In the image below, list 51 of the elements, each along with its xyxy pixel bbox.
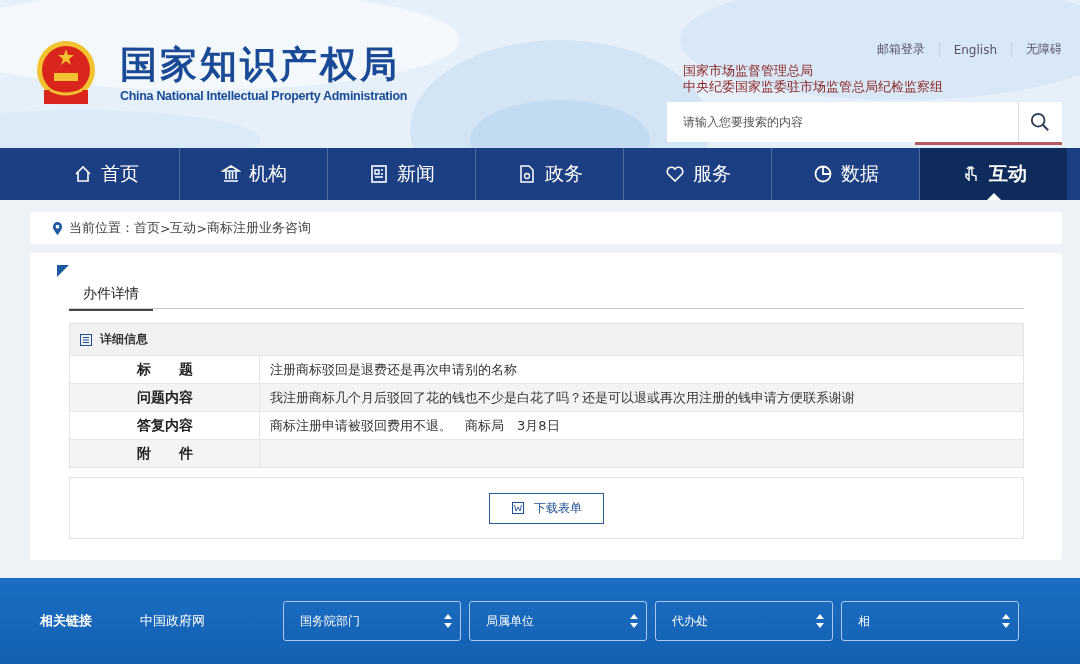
dropdown[interactable]: 相: [841, 601, 1019, 641]
heart-icon: [664, 164, 685, 184]
breadcrumb-link[interactable]: 互动: [170, 219, 197, 237]
row-label: 附件: [136, 444, 221, 463]
dropdown[interactable]: 代办处: [655, 601, 833, 641]
row-value: 我注册商标几个月后驳回了花的钱也不少是白花了吗？还是可以退或再次用注册的钱申请方便联系谢谢: [270, 388, 855, 407]
section-tab[interactable]: 办件详情: [69, 285, 153, 311]
building-icon: [220, 164, 241, 184]
row-label: 答复内容: [136, 416, 193, 435]
row-label: 标题: [136, 360, 221, 379]
nav-tab[interactable]: 机构: [180, 148, 328, 200]
affiliation-link[interactable]: 中央纪委国家监委驻市场监管总局纪检监察组: [683, 79, 943, 95]
dropdown[interactable]: 局属单位: [469, 601, 647, 641]
word-file-icon: [511, 502, 524, 514]
corner-mark-icon: [57, 265, 69, 277]
site-title: 国家知识产权局: [120, 43, 401, 87]
breadcrumb-separator: >: [160, 220, 171, 236]
search-icon[interactable]: [1017, 102, 1062, 142]
footer-label: 相关链接: [40, 612, 93, 630]
download-button[interactable]: 下载表单: [489, 492, 604, 524]
breadcrumb-link[interactable]: 商标注册业务咨询: [206, 219, 311, 237]
updown-arrow-icon: [630, 614, 638, 628]
pointer-triangle: [986, 193, 1001, 200]
nav-tab[interactable]: 新闻: [328, 148, 476, 200]
row-label: 问题内容: [136, 388, 193, 407]
section-heading: 详细信息: [100, 332, 148, 347]
dropdown[interactable]: 国务院部门: [283, 601, 461, 641]
pie-chart-icon: [812, 164, 833, 184]
breadcrumb-label: 当前位置：: [69, 219, 134, 237]
footer-link[interactable]: 中国政府网: [140, 612, 283, 630]
nav-tab[interactable]: 政务: [476, 148, 624, 200]
updown-arrow-icon: [444, 614, 452, 628]
top-link[interactable]: 无障碍: [1026, 41, 1062, 58]
location-pin-icon: [52, 220, 63, 236]
nav-tab[interactable]: 首页: [32, 148, 180, 200]
top-link[interactable]: 邮箱登录: [876, 41, 925, 58]
nav-tab[interactable]: 互动: [920, 148, 1067, 200]
breadcrumb-link[interactable]: 首页: [134, 219, 160, 237]
breadcrumb-separator: >: [196, 220, 207, 236]
newspaper-icon: [368, 164, 389, 184]
affiliation-link[interactable]: 国家市场监督管理总局: [683, 63, 943, 79]
row-value: 注册商标驳回是退费还是再次申请别的名称: [270, 360, 517, 379]
updown-arrow-icon: [816, 614, 824, 628]
nav-tab[interactable]: 服务: [624, 148, 772, 200]
updown-arrow-icon: [1002, 614, 1010, 628]
search-field[interactable]: 请输入您要搜索的内容: [667, 102, 1017, 142]
list-icon: [80, 333, 92, 346]
row-value: 商标注册申请被驳回费用不退。 商标局 3月8日: [270, 416, 560, 435]
top-link[interactable]: English: [953, 42, 997, 57]
emblem-icon: [36, 40, 96, 106]
site-subtitle: China National Intellectual Property Administration: [120, 89, 408, 103]
